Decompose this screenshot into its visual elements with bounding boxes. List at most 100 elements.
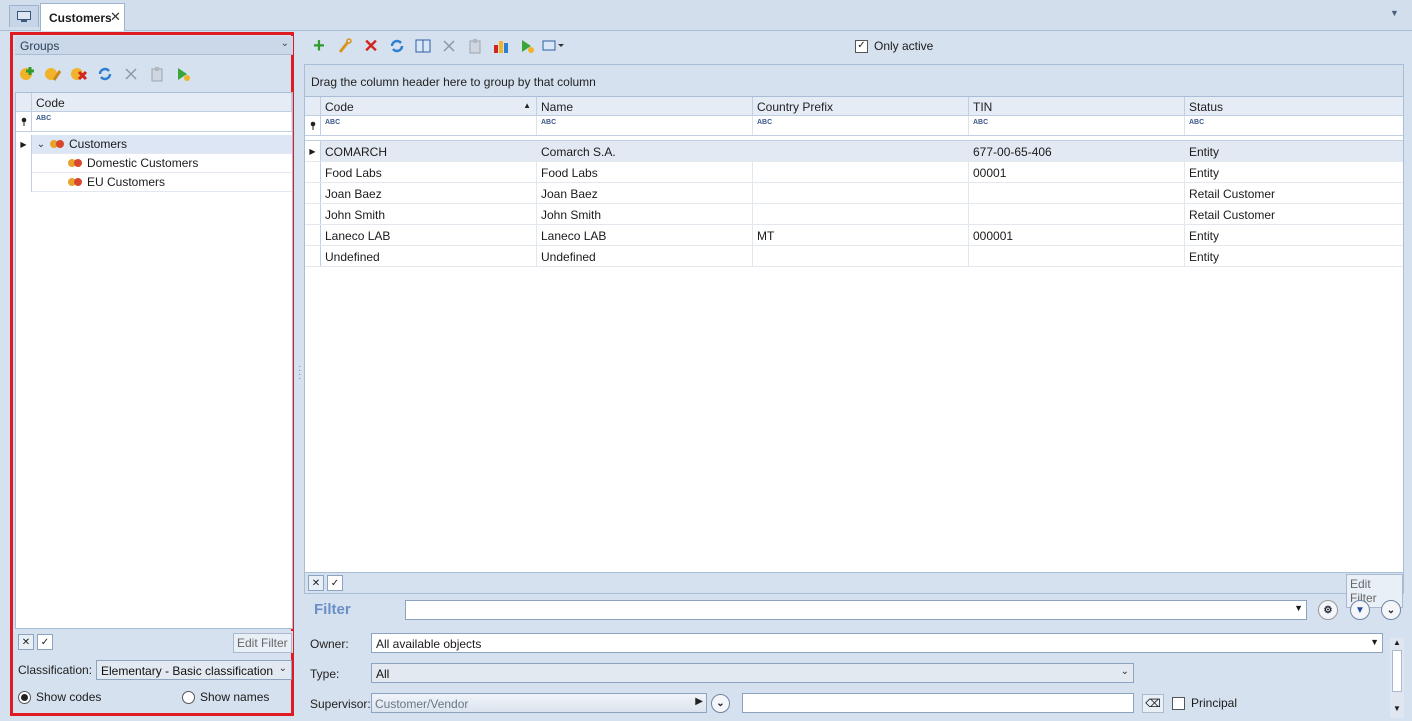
chevron-down-icon[interactable]: ⌄ [281, 38, 289, 49]
row-indicator [305, 225, 321, 245]
chart-icon[interactable] [490, 35, 512, 57]
delete-group-icon[interactable] [68, 63, 90, 85]
tree-header: Code [16, 93, 292, 112]
tin-filter-input[interactable]: ABC [969, 116, 1185, 135]
cell-tin [969, 204, 1185, 224]
run-icon[interactable] [172, 63, 194, 85]
grid-header: Code ▲ Name Country Prefix TIN Status [305, 97, 1403, 116]
cell-country-prefix [753, 204, 969, 224]
cut-icon[interactable] [120, 63, 142, 85]
column-header-code[interactable]: Code ▲ [321, 97, 537, 115]
column-header-name[interactable]: Name [537, 97, 753, 115]
country-prefix-filter-input[interactable]: ABC [753, 116, 969, 135]
tab-customers[interactable]: Customers ✕ [40, 3, 125, 31]
delete-icon[interactable]: ✕ [360, 35, 382, 57]
table-row[interactable]: Food Labs Food Labs 00001 Entity [305, 162, 1403, 183]
grid-footer: ✕ ✓ Edit Filter [304, 572, 1404, 608]
run-icon[interactable] [516, 35, 538, 57]
cell-status: Entity [1189, 145, 1220, 159]
show-names-radio[interactable]: Show names [182, 690, 269, 705]
filter-title: Filter [314, 601, 351, 618]
table-row[interactable]: John Smith John Smith Retail Customer [305, 204, 1403, 225]
edit-filter-button[interactable]: Edit Filter [233, 633, 292, 653]
paste-icon[interactable] [464, 35, 486, 57]
tab-menu-icon[interactable]: ▼ [1390, 8, 1399, 18]
row-indicator [305, 204, 321, 224]
cut-icon[interactable] [438, 35, 460, 57]
owner-select[interactable]: All available objects ▼ [371, 633, 1383, 653]
chevron-down-icon: ▼ [1370, 637, 1379, 647]
filter-icon[interactable]: ▼ [1350, 600, 1370, 620]
group-by-area[interactable]: Drag the column header here to group by … [305, 65, 1403, 97]
refresh-icon[interactable] [386, 35, 408, 57]
code-filter-input[interactable]: ABC [32, 112, 292, 131]
cell-status: Entity [1189, 229, 1220, 243]
filter-input[interactable]: ▼ [405, 600, 1307, 620]
book-icon[interactable] [412, 35, 434, 57]
cell-country-prefix [753, 141, 969, 161]
paste-icon[interactable] [146, 63, 168, 85]
cell-country-prefix: MT [753, 225, 969, 245]
clear-filter-icon[interactable]: ✕ [308, 575, 324, 591]
scroll-down-icon[interactable]: ▼ [1393, 704, 1401, 713]
panel-splitter[interactable]: · · · · [298, 362, 301, 384]
groups-header[interactable]: Groups ⌄ [15, 36, 293, 55]
filter-scrollbar[interactable]: ▲ ▼ [1390, 638, 1404, 718]
home-tab-button[interactable] [9, 5, 39, 27]
show-codes-radio[interactable]: Show codes [18, 690, 101, 705]
cell-code: Undefined [321, 246, 537, 266]
view-options-icon[interactable] [542, 35, 564, 57]
add-group-icon[interactable] [16, 63, 38, 85]
table-row[interactable]: ▶ COMARCH Comarch S.A. 677-00-65-406 Ent… [305, 141, 1403, 162]
row-indicator: ▶ [305, 141, 321, 161]
owner-value: All available objects [376, 637, 482, 651]
cell-code: Joan Baez [321, 183, 537, 203]
name-filter-input[interactable]: ABC [537, 116, 753, 135]
only-active-label: Only active [874, 39, 934, 53]
scroll-up-icon[interactable]: ▲ [1393, 638, 1401, 647]
table-row[interactable]: Laneco LAB Laneco LAB MT 000001 Entity [305, 225, 1403, 246]
table-row[interactable]: Joan Baez Joan Baez Retail Customer [305, 183, 1403, 204]
scrollbar-thumb[interactable] [1392, 650, 1402, 692]
expand-filter-icon[interactable]: ⌄ [1381, 600, 1401, 620]
column-header-status[interactable]: Status [1185, 97, 1401, 115]
edit-icon[interactable] [334, 35, 356, 57]
filter-enabled-checkbox[interactable]: ✓ [327, 575, 343, 591]
groups-tree: Code ABC ▶ ⌄ Customers Domestic Customer… [15, 92, 293, 629]
close-icon[interactable]: ✕ [110, 9, 121, 25]
column-header-code[interactable]: Code [32, 93, 292, 111]
grid-body: ▶ COMARCH Comarch S.A. 677-00-65-406 Ent… [305, 141, 1403, 267]
supervisor-type-button[interactable]: Customer/Vendor ▶ [371, 693, 707, 713]
tree-node-label: Customers [69, 137, 128, 151]
status-filter-input[interactable]: ABC [1185, 116, 1401, 135]
gear-icon[interactable]: ⚙ [1318, 600, 1338, 620]
tree-node-eu-customers[interactable]: EU Customers [16, 172, 292, 192]
main-toolbar: + ✕ [308, 35, 564, 57]
edit-group-icon[interactable] [42, 63, 64, 85]
expand-icon[interactable]: ⌄ [32, 139, 50, 150]
chevron-down-icon[interactable]: ▼ [1294, 603, 1303, 613]
code-filter-input[interactable]: ABC [321, 116, 537, 135]
column-header-country-prefix[interactable]: Country Prefix [753, 97, 969, 115]
refresh-icon[interactable] [94, 63, 116, 85]
tree-node-customers[interactable]: ▶ ⌄ Customers [16, 134, 292, 154]
tree-node-domestic-customers[interactable]: Domestic Customers [16, 153, 292, 173]
principal-checkbox[interactable]: Principal [1172, 696, 1237, 710]
expand-icon[interactable]: ⌄ [711, 694, 730, 713]
type-select[interactable]: All ⌄ [371, 663, 1134, 683]
tree-node-label: EU Customers [87, 175, 166, 189]
cell-name: Laneco LAB [537, 225, 753, 245]
chevron-down-icon: ⌄ [1120, 666, 1129, 677]
only-active-checkbox[interactable]: ✓ Only active [855, 39, 933, 53]
eraser-icon[interactable]: ⌫ [1142, 694, 1164, 713]
tab-bar: Customers ✕ ▼ [0, 0, 1412, 31]
table-row[interactable]: Undefined Undefined Entity [305, 246, 1403, 267]
cell-status: Retail Customer [1189, 208, 1276, 222]
classification-select[interactable]: Elementary - Basic classification ⌄ [96, 660, 292, 680]
header-indicator [305, 97, 321, 115]
clear-filter-icon[interactable]: ✕ [18, 634, 34, 650]
column-header-tin[interactable]: TIN [969, 97, 1185, 115]
filter-enabled-checkbox[interactable]: ✓ [37, 634, 53, 650]
supervisor-input[interactable] [742, 693, 1134, 713]
add-icon[interactable]: + [308, 35, 330, 57]
